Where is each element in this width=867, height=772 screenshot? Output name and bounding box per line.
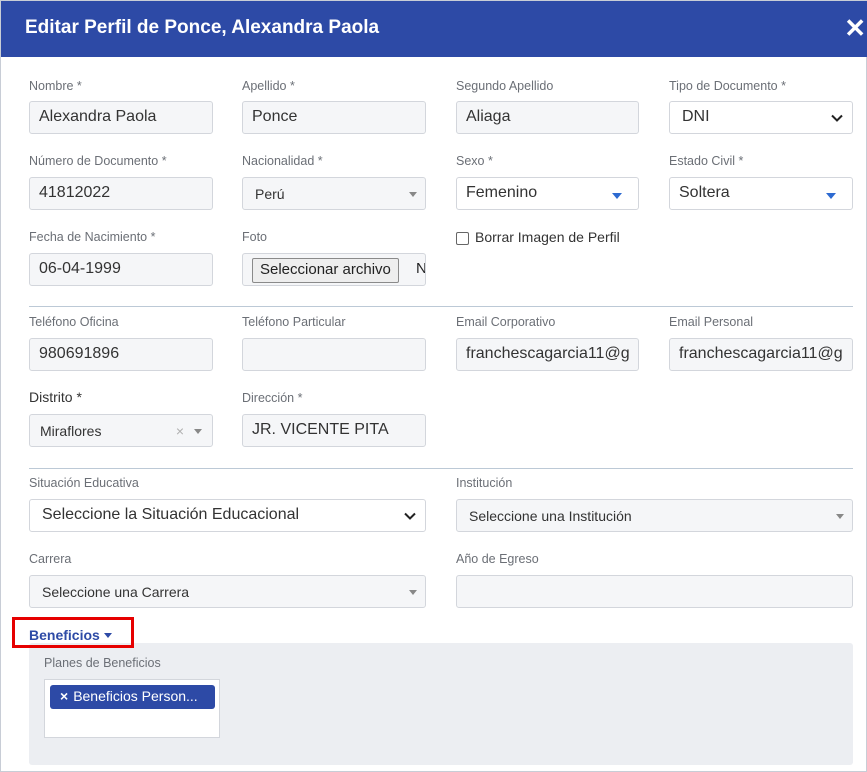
chevron-down-icon bbox=[404, 512, 416, 520]
foto-file-input[interactable]: Seleccionar archivo N bbox=[242, 253, 426, 286]
anio-egreso-input[interactable] bbox=[456, 575, 853, 608]
sexo-value: Femenino bbox=[466, 184, 538, 201]
telefono-oficina-label: Teléfono Oficina bbox=[29, 315, 119, 329]
borrar-imagen-checkbox[interactable] bbox=[456, 232, 469, 245]
telefono-particular-input[interactable] bbox=[242, 338, 426, 371]
carrera-label: Carrera bbox=[29, 552, 72, 566]
modal-title: Editar Perfil de Ponce, Alexandra Paola bbox=[25, 17, 380, 38]
numero-documento-label: Número de Documento * bbox=[29, 154, 167, 168]
direccion-input[interactable]: JR. VICENTE PITA bbox=[242, 414, 426, 447]
tipo-documento-value: DNI bbox=[682, 108, 710, 125]
tipo-documento-select[interactable]: DNI bbox=[669, 101, 853, 134]
caret-down-icon bbox=[612, 193, 622, 199]
caret-down-icon bbox=[104, 633, 112, 638]
anio-egreso-label: Año de Egreso bbox=[456, 552, 539, 566]
edit-profile-modal: Editar Perfil de Ponce, Alexandra Paola … bbox=[0, 0, 867, 772]
direccion-label: Dirección * bbox=[242, 391, 303, 405]
select-file-button[interactable]: Seleccionar archivo bbox=[252, 258, 399, 283]
distrito-value: Miraflores bbox=[40, 423, 102, 439]
email-corporativo-label: Email Corporativo bbox=[456, 315, 556, 329]
planes-beneficios-label: Planes de Beneficios bbox=[44, 656, 161, 670]
apellido-input[interactable]: Ponce bbox=[242, 101, 426, 134]
file-status-text: N bbox=[416, 260, 426, 277]
nombre-input[interactable]: Alexandra Paola bbox=[29, 101, 213, 134]
institucion-select[interactable]: Seleccione una Institución bbox=[456, 499, 853, 532]
institucion-label: Institución bbox=[456, 476, 513, 490]
carrera-value: Seleccione una Carrera bbox=[42, 584, 190, 600]
remove-tag-icon[interactable]: × bbox=[60, 688, 68, 704]
nacionalidad-label: Nacionalidad * bbox=[242, 154, 323, 168]
caret-down-icon bbox=[409, 192, 417, 197]
institucion-value: Seleccione una Institución bbox=[469, 508, 632, 524]
email-personal-label: Email Personal bbox=[669, 315, 754, 329]
caret-down-icon bbox=[194, 429, 202, 434]
fecha-nacimiento-label: Fecha de Nacimiento * bbox=[29, 230, 156, 244]
segundo-apellido-input[interactable]: Aliaga bbox=[456, 101, 639, 134]
chevron-down-icon bbox=[831, 114, 843, 122]
estado-civil-label: Estado Civil * bbox=[669, 154, 744, 168]
sexo-label: Sexo * bbox=[456, 154, 493, 168]
estado-civil-value: Soltera bbox=[679, 184, 730, 201]
borrar-imagen-label[interactable]: Borrar Imagen de Perfil bbox=[475, 229, 620, 245]
numero-documento-input[interactable]: 41812022 bbox=[29, 177, 213, 210]
modal-header: Editar Perfil de Ponce, Alexandra Paola … bbox=[1, 1, 867, 57]
email-personal-input[interactable]: franchescagarcia11@g bbox=[669, 338, 853, 371]
telefono-oficina-input[interactable]: 980691896 bbox=[29, 338, 213, 371]
selected-tag: × Beneficios Person... bbox=[50, 685, 215, 709]
nacionalidad-select[interactable]: Perú bbox=[242, 177, 426, 210]
caret-down-icon bbox=[836, 514, 844, 519]
telefono-particular-label: Teléfono Particular bbox=[242, 315, 346, 329]
carrera-select[interactable]: Seleccione una Carrera bbox=[29, 575, 426, 608]
segundo-apellido-label: Segundo Apellido bbox=[456, 79, 554, 93]
beneficios-toggle[interactable]: Beneficios bbox=[29, 627, 100, 643]
situacion-educativa-label: Situación Educativa bbox=[29, 476, 139, 490]
nacionalidad-value: Perú bbox=[255, 186, 285, 202]
tag-label: Beneficios Person... bbox=[73, 688, 198, 704]
close-icon[interactable]: ✕ bbox=[844, 13, 866, 43]
estado-civil-select[interactable]: Soltera bbox=[669, 177, 853, 210]
tipo-documento-label: Tipo de Documento * bbox=[669, 79, 786, 93]
situacion-educativa-select[interactable]: Seleccione la Situación Educacional bbox=[29, 499, 426, 532]
email-corporativo-input[interactable]: franchescagarcia11@g bbox=[456, 338, 639, 371]
sexo-select[interactable]: Femenino bbox=[456, 177, 639, 210]
foto-label: Foto bbox=[242, 230, 268, 244]
apellido-label: Apellido * bbox=[242, 79, 295, 93]
section-divider bbox=[29, 468, 853, 469]
caret-down-icon bbox=[826, 193, 836, 199]
distrito-label: Distrito * bbox=[29, 389, 82, 405]
nombre-label: Nombre * bbox=[29, 79, 82, 93]
clear-icon[interactable]: × bbox=[176, 423, 184, 439]
distrito-select[interactable]: Miraflores × bbox=[29, 414, 213, 447]
situacion-educativa-value: Seleccione la Situación Educacional bbox=[42, 506, 300, 523]
section-divider bbox=[29, 306, 853, 307]
fecha-nacimiento-input[interactable]: 06-04-1999 bbox=[29, 253, 213, 286]
caret-down-icon bbox=[409, 590, 417, 595]
